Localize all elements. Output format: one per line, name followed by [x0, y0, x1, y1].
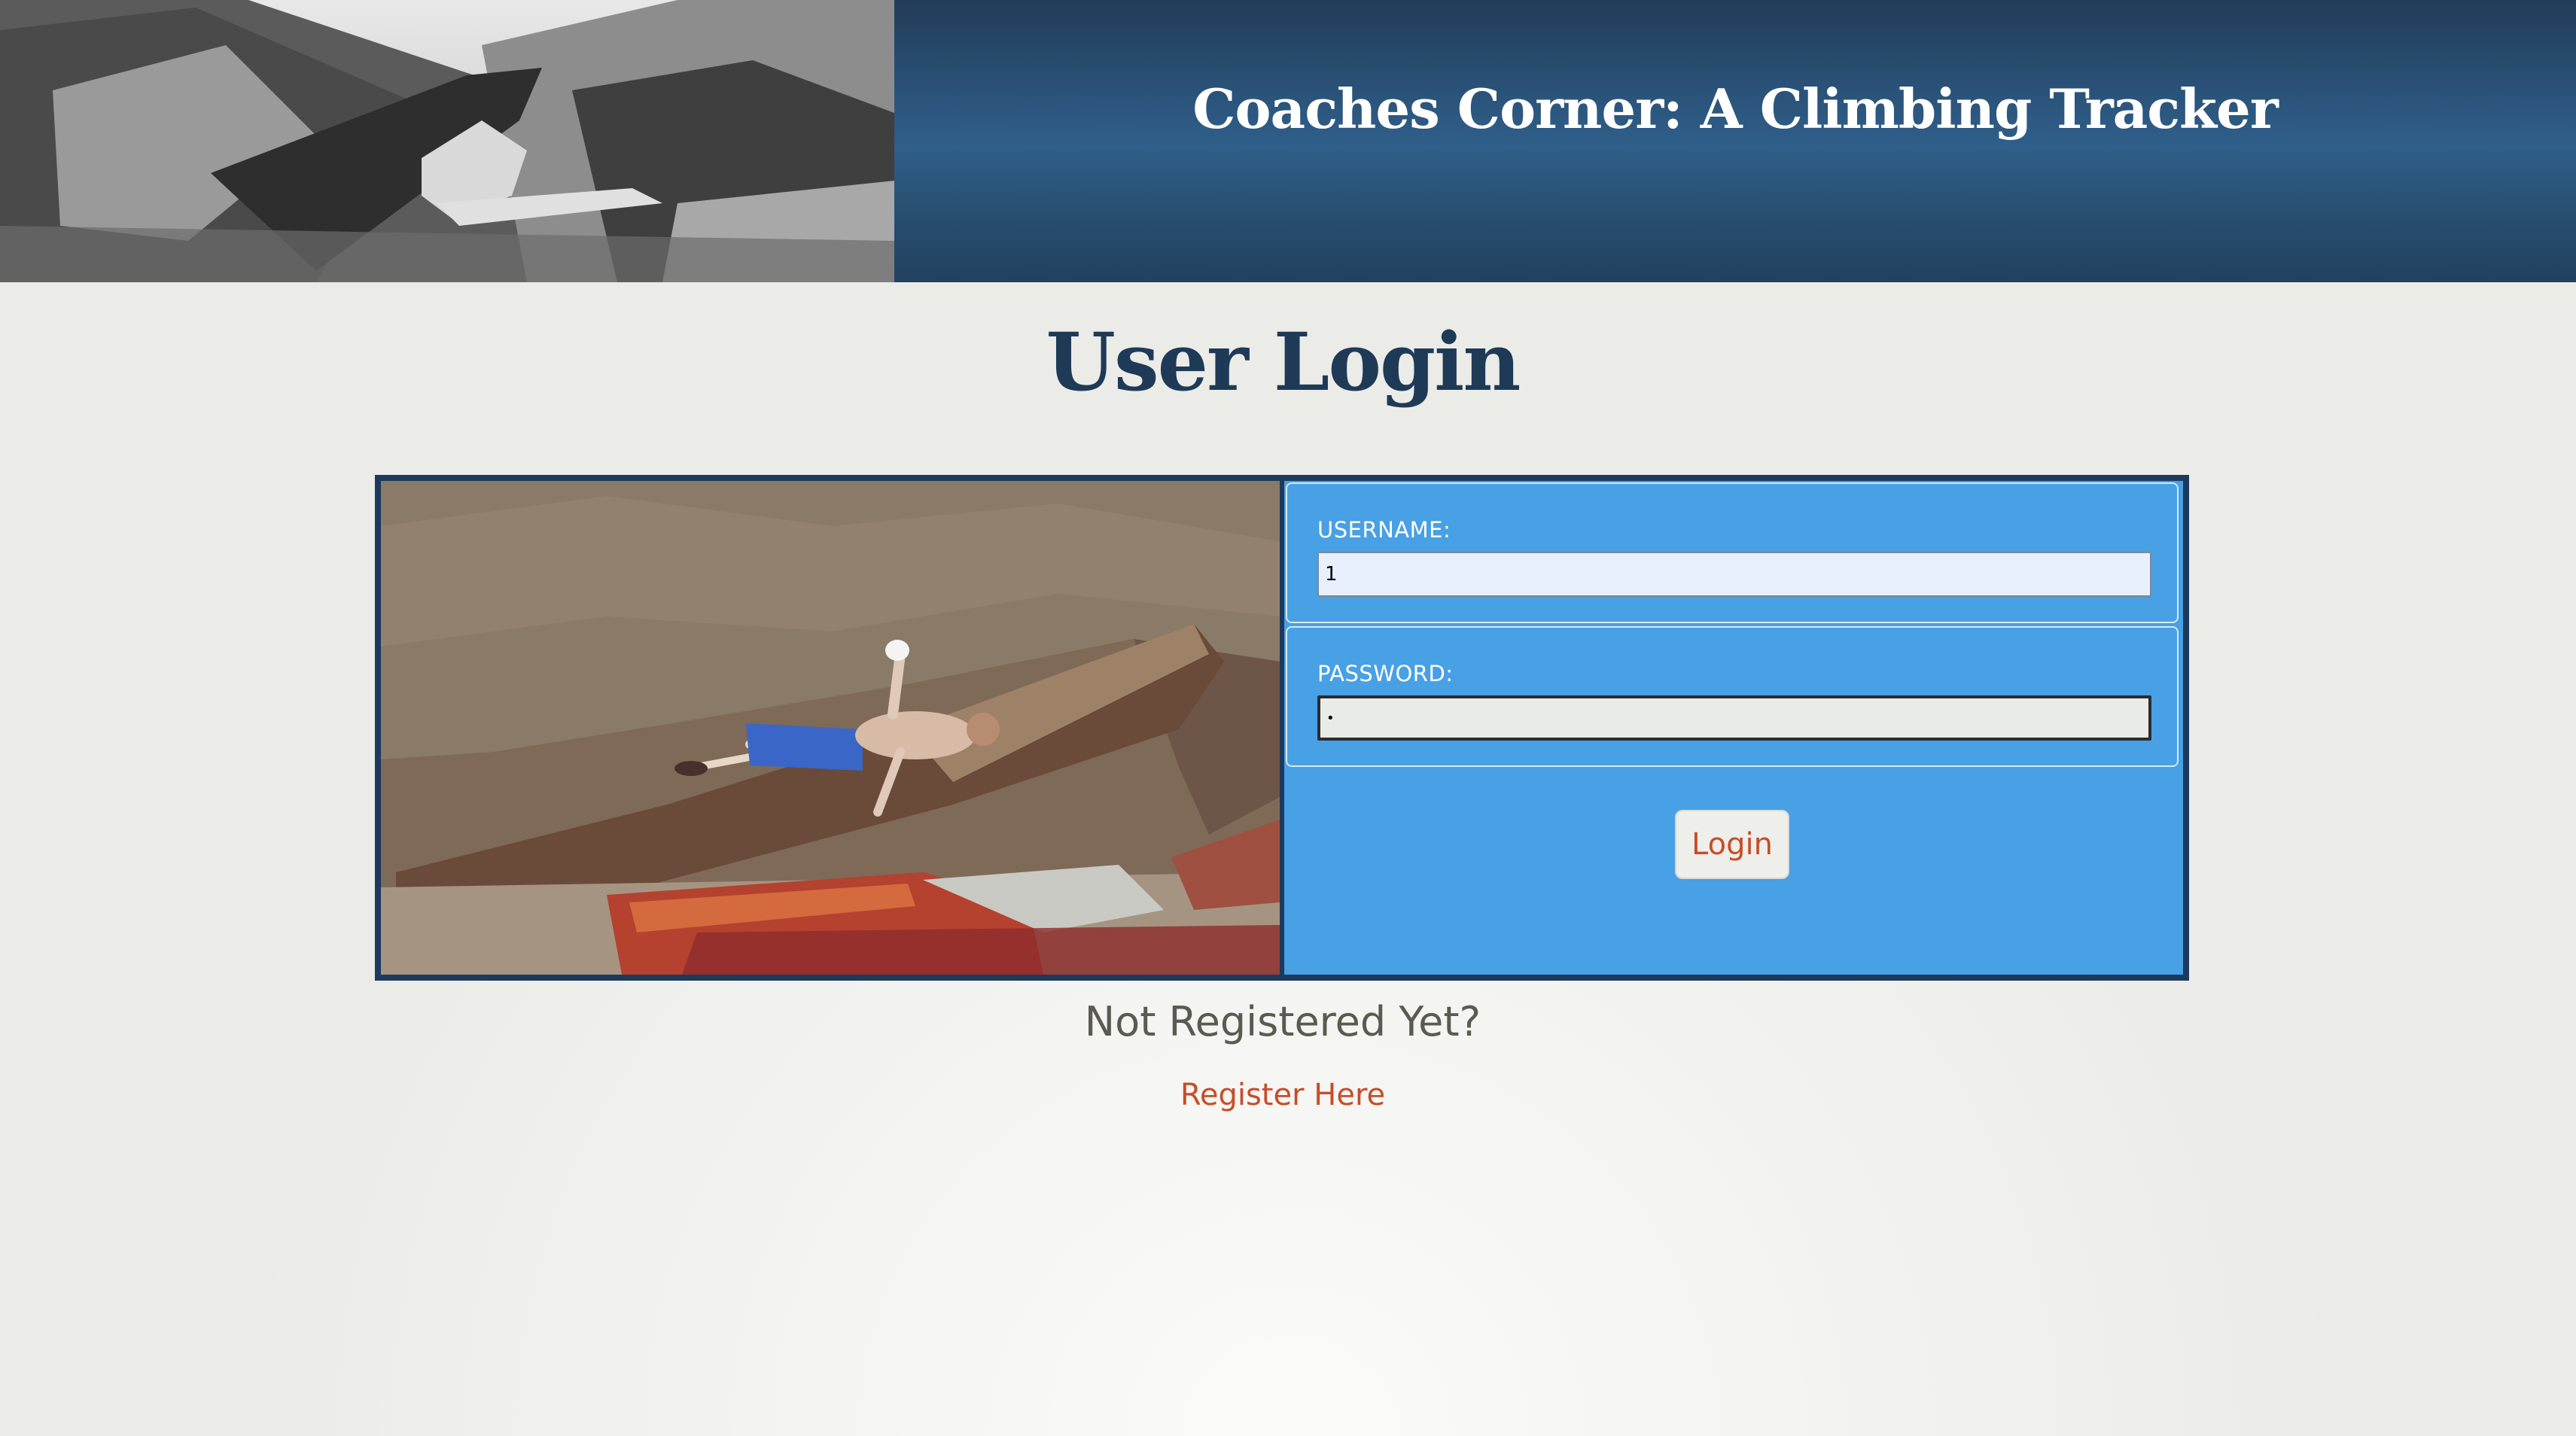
login-button[interactable]: Login	[1675, 810, 1789, 879]
password-field-group: PASSWORD:	[1286, 626, 2179, 767]
bouldering-photo	[381, 481, 1280, 975]
password-label: PASSWORD:	[1317, 661, 1454, 686]
password-input[interactable]	[1317, 695, 2151, 741]
login-form: USERNAME: PASSWORD: Login	[1284, 481, 2183, 975]
username-label: USERNAME:	[1317, 517, 1451, 543]
register-link[interactable]: Register Here	[0, 1078, 2565, 1112]
username-field-group: USERNAME:	[1286, 482, 2179, 623]
site-header: Coaches Corner: A Climbing Tracker	[0, 0, 2576, 282]
site-title: Coaches Corner: A Climbing Tracker	[1192, 77, 2279, 141]
username-input[interactable]	[1317, 552, 2151, 597]
not-registered-prompt: Not Registered Yet?	[1084, 998, 1481, 1045]
header-climbing-photo	[0, 0, 894, 282]
page-title: User Login	[1046, 315, 1521, 409]
login-panel: USERNAME: PASSWORD: Login	[375, 475, 2189, 981]
